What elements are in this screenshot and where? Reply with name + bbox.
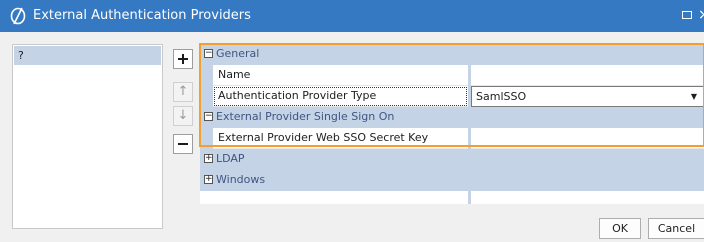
property-value-name[interactable] bbox=[471, 65, 704, 86]
property-row-name[interactable]: Name bbox=[200, 65, 704, 86]
remove-button[interactable] bbox=[173, 134, 193, 154]
property-name: Name bbox=[213, 65, 468, 86]
add-button[interactable] bbox=[173, 49, 193, 69]
auth-provider-type-select[interactable]: SamlSSO ▼ bbox=[471, 86, 704, 107]
list-item-label: ? bbox=[18, 49, 24, 62]
dropdown-arrow-icon[interactable]: ▼ bbox=[691, 87, 697, 106]
property-row-sso-secret-key[interactable]: External Provider Web SSO Secret Key bbox=[200, 128, 704, 149]
move-up-button[interactable]: ↑ bbox=[173, 82, 193, 102]
maximize-icon[interactable] bbox=[682, 11, 692, 19]
title-bar: External Authentication Providers × bbox=[0, 0, 704, 32]
selected-value: SamlSSO bbox=[476, 90, 527, 103]
property-name: Authentication Provider Type bbox=[213, 86, 468, 107]
category-label: Windows bbox=[216, 173, 266, 186]
category-label: External Provider Single Sign On bbox=[216, 110, 395, 123]
expand-icon[interactable]: + bbox=[204, 154, 213, 163]
app-logo-icon bbox=[10, 7, 26, 25]
collapse-icon[interactable]: − bbox=[204, 49, 213, 58]
category-label: General bbox=[216, 47, 260, 60]
collapse-icon[interactable]: − bbox=[204, 112, 213, 121]
cancel-button[interactable]: Cancel bbox=[648, 218, 704, 239]
category-windows[interactable]: + Windows bbox=[200, 170, 704, 191]
category-sso[interactable]: − External Provider Single Sign On bbox=[200, 107, 704, 128]
category-label: LDAP bbox=[216, 152, 245, 165]
property-grid[interactable]: − General Name Authentication Provider T… bbox=[200, 44, 704, 204]
expand-icon[interactable]: + bbox=[204, 175, 213, 184]
move-down-button[interactable]: ↓ bbox=[173, 106, 193, 126]
provider-list[interactable]: ? bbox=[12, 44, 163, 229]
close-icon[interactable]: × bbox=[698, 5, 704, 25]
category-general[interactable]: − General bbox=[200, 44, 704, 65]
window-title: External Authentication Providers bbox=[33, 8, 251, 23]
ok-button[interactable]: OK bbox=[599, 218, 641, 239]
list-item[interactable]: ? bbox=[14, 46, 161, 65]
property-row-auth-provider-type[interactable]: Authentication Provider Type SamlSSO ▼ bbox=[200, 86, 704, 107]
property-value-secret-key[interactable] bbox=[471, 128, 704, 149]
property-name: External Provider Web SSO Secret Key bbox=[213, 128, 468, 149]
category-ldap[interactable]: + LDAP bbox=[200, 149, 704, 170]
